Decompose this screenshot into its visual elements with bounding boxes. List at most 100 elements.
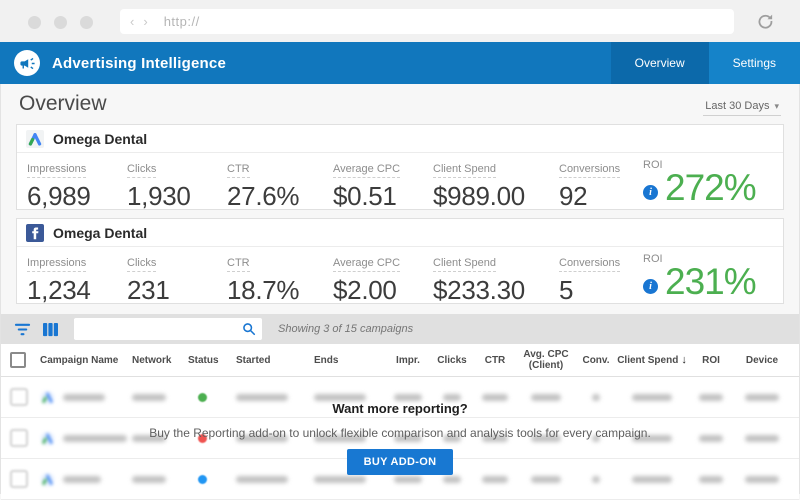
col-ends[interactable]: Ends bbox=[314, 355, 386, 366]
metric-label: CTR bbox=[227, 257, 250, 272]
upsell-description: Buy the Reporting add-on to unlock flexi… bbox=[1, 426, 799, 440]
metric-value: 5 bbox=[559, 276, 643, 304]
summary-card-facebook: Omega Dental Impressions1,234 Clicks231 … bbox=[16, 218, 784, 304]
metric-value: $989.00 bbox=[433, 182, 559, 210]
col-device[interactable]: Device bbox=[734, 355, 790, 366]
metric-label: Impressions bbox=[27, 257, 86, 272]
metric-value: 1,930 bbox=[127, 182, 227, 210]
info-icon[interactable]: i bbox=[643, 185, 658, 200]
roi-value: 272% bbox=[665, 171, 756, 205]
blurred-value bbox=[699, 476, 723, 483]
col-impressions[interactable]: Impr. bbox=[386, 355, 430, 366]
window-controls[interactable] bbox=[28, 16, 93, 29]
columns-icon[interactable] bbox=[42, 322, 59, 337]
browser-chrome: ‹ › http:// bbox=[0, 0, 800, 42]
search-box bbox=[74, 318, 262, 340]
tab-overview[interactable]: Overview bbox=[611, 42, 709, 84]
megaphone-icon bbox=[14, 50, 40, 76]
metric-value: $2.00 bbox=[333, 276, 433, 304]
results-count: Showing 3 of 15 campaigns bbox=[278, 323, 413, 335]
metric-value: 231 bbox=[127, 276, 227, 304]
metric-label: Average CPC bbox=[333, 257, 400, 272]
blurred-device bbox=[745, 476, 779, 483]
blurred-device bbox=[745, 394, 779, 401]
roi-value: 231% bbox=[665, 265, 756, 299]
blurred-value bbox=[632, 476, 672, 483]
page-title: Overview bbox=[19, 92, 107, 116]
blurred-network bbox=[132, 476, 166, 483]
metric-label: Clicks bbox=[127, 163, 156, 178]
blurred-campaign-name bbox=[63, 394, 105, 401]
table-body: Want more reporting? Buy the Reporting a… bbox=[1, 377, 799, 500]
search-icon[interactable] bbox=[242, 322, 256, 336]
col-status[interactable]: Status bbox=[188, 355, 236, 366]
blurred-date bbox=[236, 394, 288, 401]
sort-desc-icon: ↓ bbox=[681, 354, 687, 366]
forward-icon[interactable]: › bbox=[143, 14, 147, 29]
blurred-value bbox=[443, 394, 461, 401]
main-content: Overview Last 30 Days▾ Omega Dental Impr… bbox=[0, 84, 800, 494]
tab-settings[interactable]: Settings bbox=[709, 42, 800, 84]
blurred-value bbox=[531, 394, 561, 401]
col-started[interactable]: Started bbox=[236, 355, 314, 366]
metric-value: 1,234 bbox=[27, 276, 127, 304]
metric-value: 18.7% bbox=[227, 276, 333, 304]
blurred-value bbox=[592, 476, 600, 483]
select-all-checkbox[interactable] bbox=[10, 352, 26, 368]
app-title: Advertising Intelligence bbox=[52, 55, 226, 72]
metric-label: Average CPC bbox=[333, 163, 400, 178]
blurred-value bbox=[592, 394, 600, 401]
col-clicks[interactable]: Clicks bbox=[430, 355, 474, 366]
blurred-network bbox=[132, 394, 166, 401]
col-conversions[interactable]: Conv. bbox=[576, 355, 616, 366]
col-campaign-name[interactable]: Campaign Name bbox=[40, 355, 132, 366]
metric-value: $233.30 bbox=[433, 276, 559, 304]
metric-label: Impressions bbox=[27, 163, 86, 178]
metric-label: Client Spend bbox=[433, 257, 496, 272]
metric-value: $0.51 bbox=[333, 182, 433, 210]
col-network[interactable]: Network bbox=[132, 355, 188, 366]
table-toolbar: Showing 3 of 15 campaigns bbox=[1, 314, 799, 344]
blurred-value bbox=[699, 394, 723, 401]
blurred-value bbox=[482, 476, 508, 483]
chevron-down-icon: ▾ bbox=[774, 101, 779, 111]
metric-label: Client Spend bbox=[433, 163, 496, 178]
facebook-icon bbox=[26, 224, 44, 242]
upsell-title: Want more reporting? bbox=[1, 401, 799, 416]
url-text: http:// bbox=[164, 14, 200, 29]
metric-label: CTR bbox=[227, 163, 250, 178]
search-input[interactable] bbox=[74, 319, 242, 339]
metric-label: Conversions bbox=[559, 257, 620, 272]
card-title: Omega Dental bbox=[53, 131, 147, 147]
blurred-value bbox=[443, 476, 461, 483]
metric-label: Clicks bbox=[127, 257, 156, 272]
col-avg-cpc[interactable]: Avg. CPC (Client) bbox=[516, 349, 576, 371]
header-tabs: Overview Settings bbox=[611, 42, 800, 84]
col-client-spend[interactable]: Client Spend↓ bbox=[616, 355, 688, 366]
info-icon[interactable]: i bbox=[643, 279, 658, 294]
col-roi[interactable]: ROI bbox=[688, 355, 734, 366]
metric-value: 92 bbox=[559, 182, 643, 210]
col-ctr[interactable]: CTR bbox=[474, 355, 516, 366]
filter-icon[interactable] bbox=[14, 322, 31, 337]
table-header-row: Campaign Name Network Status Started End… bbox=[1, 344, 799, 377]
date-range-dropdown[interactable]: Last 30 Days▾ bbox=[703, 100, 781, 116]
buy-addon-button[interactable]: BUY ADD-ON bbox=[347, 449, 454, 475]
blurred-value bbox=[394, 476, 422, 483]
blurred-date bbox=[236, 476, 288, 483]
metric-value: 6,989 bbox=[27, 182, 127, 210]
url-bar[interactable]: ‹ › http:// bbox=[120, 9, 734, 34]
google-ads-icon bbox=[26, 130, 44, 148]
blurred-date bbox=[314, 394, 366, 401]
blurred-campaign-name bbox=[63, 476, 101, 483]
metric-label: Conversions bbox=[559, 163, 620, 178]
metric-value: 27.6% bbox=[227, 182, 333, 210]
card-title: Omega Dental bbox=[53, 225, 147, 241]
blurred-value bbox=[531, 476, 561, 483]
summary-card-google: Omega Dental Impressions 6,989 Clicks 1,93… bbox=[16, 124, 784, 210]
blurred-value bbox=[482, 394, 508, 401]
reload-icon[interactable] bbox=[756, 12, 774, 30]
back-icon[interactable]: ‹ bbox=[130, 14, 134, 29]
blurred-value bbox=[394, 394, 422, 401]
upsell-overlay: Want more reporting? Buy the Reporting a… bbox=[1, 401, 799, 475]
